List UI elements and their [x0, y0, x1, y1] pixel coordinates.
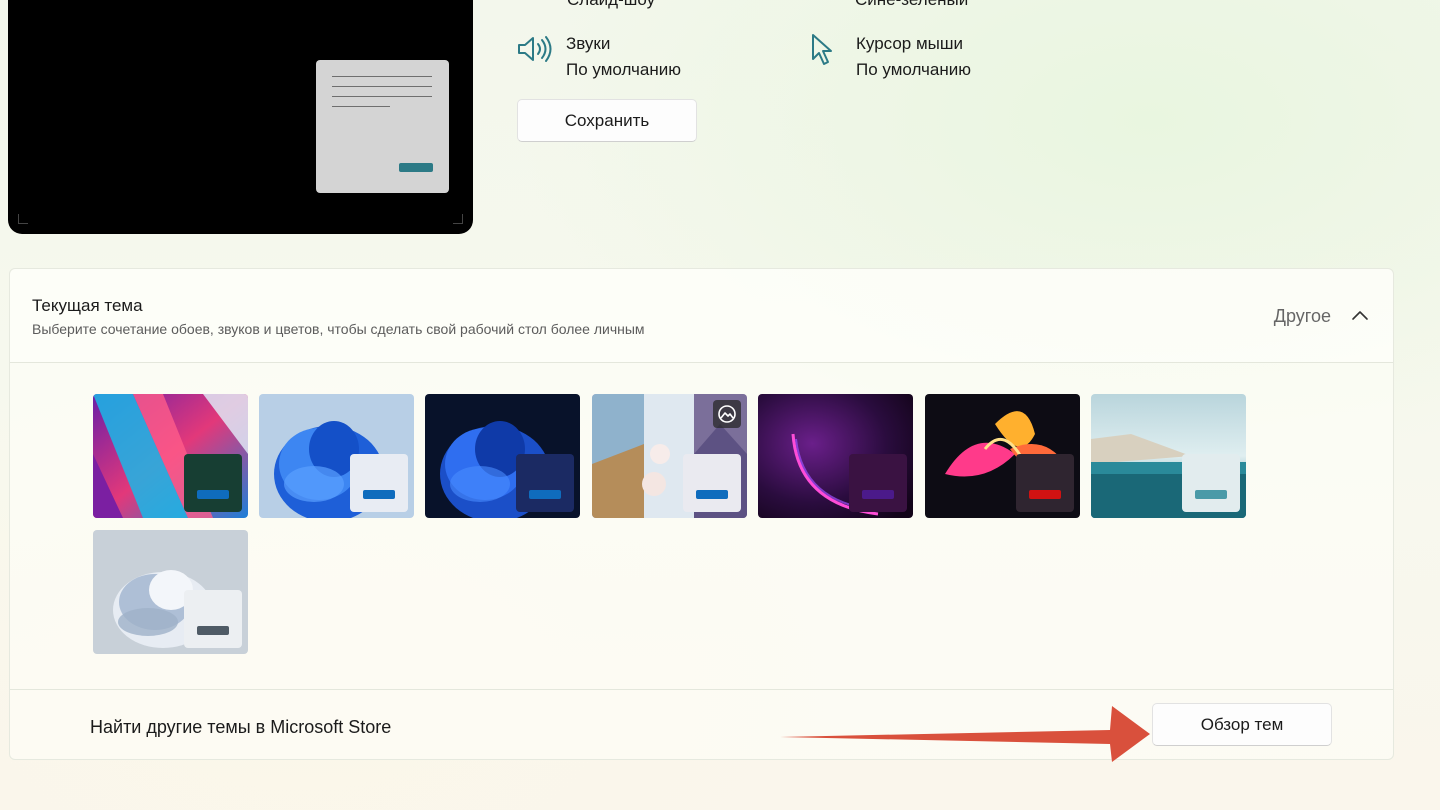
theme-glow[interactable]: [93, 394, 248, 518]
cursor-value: По умолчанию: [856, 60, 971, 79]
current-theme-panel: Текущая тема Выберите сочетание обоев, з…: [9, 268, 1394, 760]
theme-spotlight[interactable]: [592, 394, 747, 518]
sounds-property[interactable]: Звуки По умолчанию: [516, 31, 681, 83]
theme-accent-bar: [197, 626, 229, 635]
background-value: Слайд-шоу: [567, 0, 655, 10]
sounds-label: Звуки: [566, 34, 611, 53]
theme-mini-window: [1182, 454, 1240, 512]
panel-title: Текущая тема: [32, 296, 143, 315]
spotlight-icon: [713, 400, 741, 428]
preview-line: [332, 106, 390, 107]
theme-bloom-dark[interactable]: [425, 394, 580, 518]
theme-mini-window: [350, 454, 408, 512]
theme-accent-bar: [862, 490, 894, 499]
theme-accent-bar: [696, 490, 728, 499]
preview-corner: [18, 214, 28, 224]
cursor-property[interactable]: Курсор мыши По умолчанию: [806, 31, 971, 83]
mouse-pointer-icon: [812, 34, 832, 65]
speaker-icon: [518, 36, 552, 62]
sounds-text: Звуки По умолчанию: [566, 31, 681, 83]
theme-mini-window: [1016, 454, 1074, 512]
color-value: Сине-зеленый: [855, 0, 968, 10]
theme-accent-bar: [197, 490, 229, 499]
theme-mini-window: [516, 454, 574, 512]
theme-mini-window: [683, 454, 741, 512]
red-arrow-annotation: [780, 706, 1150, 762]
themes-grid: [10, 363, 1393, 689]
theme-sculpture[interactable]: [93, 530, 248, 654]
preview-line: [332, 76, 432, 77]
theme-bloom-light[interactable]: [259, 394, 414, 518]
preview-window: [316, 60, 449, 193]
panel-subtitle: Выберите сочетание обоев, звуков и цвето…: [32, 321, 645, 337]
theme-flow[interactable]: [925, 394, 1080, 518]
theme-captured-motion[interactable]: [758, 394, 913, 518]
theme-accent-bar: [363, 490, 395, 499]
save-button[interactable]: Сохранить: [517, 99, 697, 142]
browse-themes-button[interactable]: Обзор тем: [1152, 703, 1332, 746]
preview-corner: [453, 214, 463, 224]
spotlight-glyph: [718, 405, 736, 423]
preview-accent-button: [399, 163, 433, 172]
store-text: Найти другие темы в Microsoft Store: [90, 717, 392, 737]
theme-accent-bar: [1029, 490, 1061, 499]
theme-preview: [8, 0, 473, 234]
theme-lake[interactable]: [1091, 394, 1246, 518]
current-theme-header[interactable]: Текущая тема Выберите сочетание обоев, з…: [10, 269, 1393, 363]
chevron-up-icon[interactable]: [1351, 307, 1369, 325]
cursor-label: Курсор мыши: [856, 34, 964, 53]
theme-mini-window: [184, 590, 242, 648]
current-theme-value: Другое: [1273, 306, 1331, 326]
sounds-value: По умолчанию: [566, 60, 681, 79]
preview-line: [332, 96, 432, 97]
theme-mini-window: [849, 454, 907, 512]
theme-accent-bar: [529, 490, 561, 499]
theme-mini-window: [184, 454, 242, 512]
preview-line: [332, 86, 432, 87]
theme-accent-bar: [1195, 490, 1227, 499]
cursor-text: Курсор мыши По умолчанию: [856, 31, 971, 83]
